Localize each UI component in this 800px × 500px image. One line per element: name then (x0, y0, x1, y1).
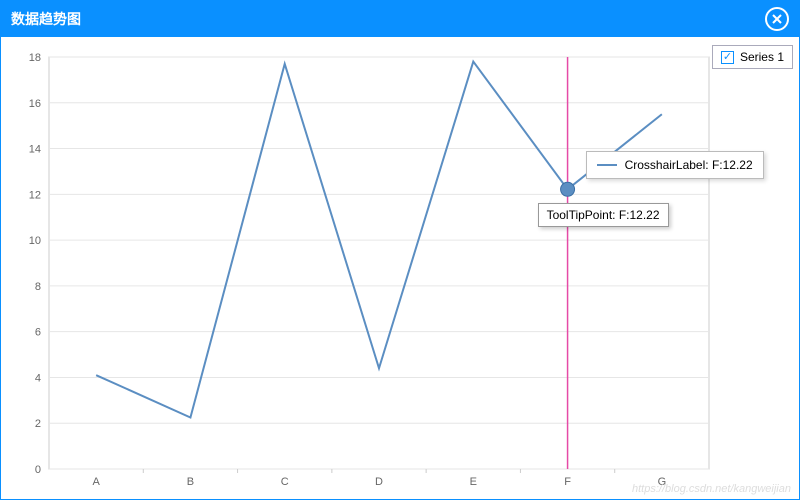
svg-text:8: 8 (35, 281, 41, 293)
svg-text:2: 2 (35, 418, 41, 430)
svg-text:0: 0 (35, 464, 41, 476)
svg-text:C: C (281, 476, 289, 488)
titlebar: 数据趋势图 (1, 1, 799, 37)
plot-svg: 024681012141618ABCDEFG (1, 37, 799, 499)
close-button[interactable] (765, 7, 789, 31)
svg-text:14: 14 (29, 144, 41, 156)
svg-text:16: 16 (29, 98, 41, 110)
svg-text:B: B (187, 476, 194, 488)
tooltip: ToolTipPoint: F:12.22 (538, 203, 669, 227)
svg-text:E: E (470, 476, 477, 488)
svg-text:D: D (375, 476, 383, 488)
window-title: 数据趋势图 (11, 9, 81, 29)
legend[interactable]: ✓ Series 1 (712, 45, 793, 69)
legend-label: Series 1 (740, 50, 784, 64)
svg-text:6: 6 (35, 327, 41, 339)
crosshair-label: CrosshairLabel: F:12.22 (586, 151, 764, 179)
svg-text:12: 12 (29, 189, 41, 201)
svg-text:18: 18 (29, 52, 41, 64)
watermark: https://blog.csdn.net/kangweijian (632, 483, 791, 495)
tooltip-text: ToolTipPoint: F:12.22 (547, 208, 660, 222)
close-icon (771, 13, 783, 25)
svg-text:10: 10 (29, 235, 41, 247)
svg-text:F: F (564, 476, 571, 488)
svg-text:A: A (92, 476, 100, 488)
svg-text:4: 4 (35, 372, 41, 384)
crosshair-label-text: CrosshairLabel: F:12.22 (625, 158, 753, 172)
legend-checkbox[interactable]: ✓ (721, 51, 734, 64)
chart-area[interactable]: ✓ Series 1 024681012141618ABCDEFG Crossh… (1, 37, 799, 499)
dialog-window: 数据趋势图 ✓ Series 1 024681012141618ABCDEFG … (0, 0, 800, 500)
crosshair-swatch (597, 164, 617, 166)
